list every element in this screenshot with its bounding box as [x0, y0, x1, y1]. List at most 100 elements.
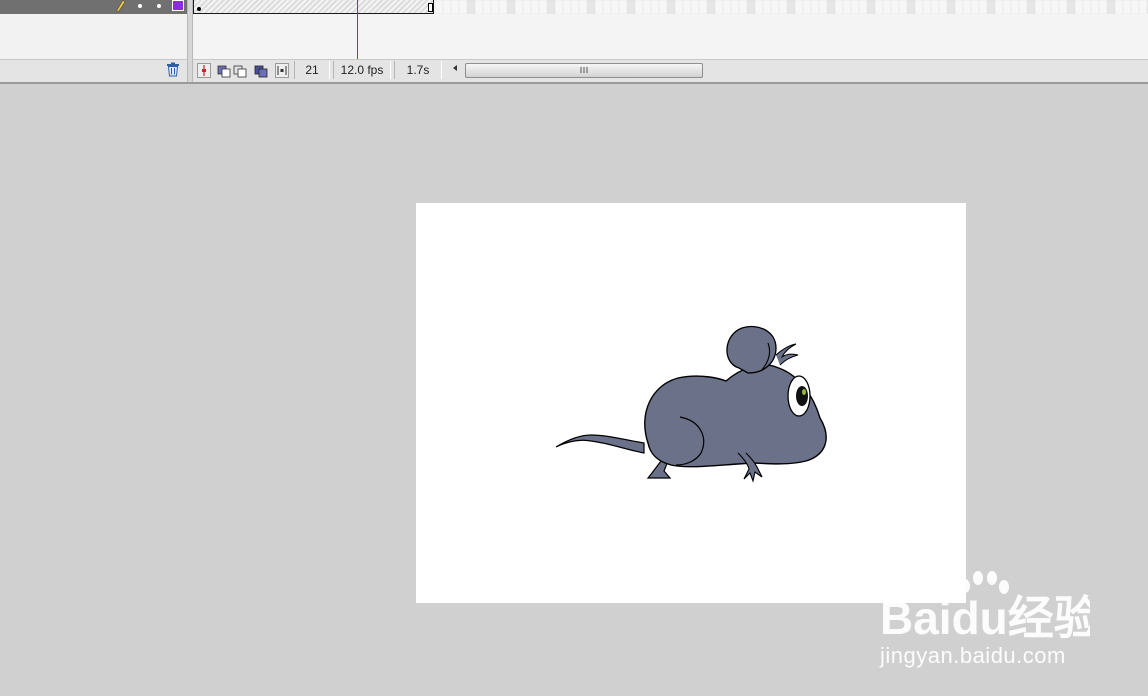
- edit-multiple-frames-icon[interactable]: [254, 63, 268, 78]
- frame-cell[interactable]: [666, 0, 676, 14]
- frame-cell[interactable]: [946, 0, 956, 14]
- frame-cell[interactable]: [922, 0, 932, 14]
- frame-cell[interactable]: [1106, 0, 1116, 14]
- frame-cell[interactable]: [458, 0, 468, 14]
- frame-cell[interactable]: [554, 0, 564, 14]
- frame-cell[interactable]: [1018, 0, 1028, 14]
- frame-cell[interactable]: [474, 0, 484, 14]
- frame-cell[interactable]: [730, 0, 740, 14]
- frame-cell[interactable]: [1034, 0, 1044, 14]
- onion-skin-outlines-icon[interactable]: [233, 63, 247, 78]
- frame-cell[interactable]: [562, 0, 572, 14]
- frame-cell[interactable]: [834, 0, 844, 14]
- frame-cell[interactable]: [882, 0, 892, 14]
- frame-cell[interactable]: [586, 0, 596, 14]
- frame-cell[interactable]: [578, 0, 588, 14]
- frame-cell[interactable]: [1138, 0, 1148, 14]
- frame-cell[interactable]: [906, 0, 916, 14]
- frame-cell[interactable]: [442, 0, 452, 14]
- frame-cell[interactable]: [626, 0, 636, 14]
- frame-cell[interactable]: [1058, 0, 1068, 14]
- frame-cell[interactable]: [1026, 0, 1036, 14]
- frame-cell[interactable]: [930, 0, 940, 14]
- frame-cell[interactable]: [570, 0, 580, 14]
- frame-cell[interactable]: [634, 0, 644, 14]
- frame-cell[interactable]: [1082, 0, 1092, 14]
- playhead[interactable]: [357, 0, 358, 59]
- layer-outline-color-swatch[interactable]: [172, 0, 184, 11]
- frame-cell[interactable]: [954, 0, 964, 14]
- frame-cell[interactable]: [898, 0, 908, 14]
- frame-cell[interactable]: [994, 0, 1004, 14]
- frame-cell[interactable]: [506, 0, 516, 14]
- frame-cell[interactable]: [818, 0, 828, 14]
- frame-cell[interactable]: [962, 0, 972, 14]
- frame-cell[interactable]: [794, 0, 804, 14]
- frame-cell[interactable]: [746, 0, 756, 14]
- frame-cell[interactable]: [642, 0, 652, 14]
- frame-cell[interactable]: [938, 0, 948, 14]
- scroll-left-arrow-icon[interactable]: [453, 65, 457, 71]
- frame-cell[interactable]: [1042, 0, 1052, 14]
- frame-cell[interactable]: [842, 0, 852, 14]
- frame-cell[interactable]: [618, 0, 628, 14]
- onion-skin-icon[interactable]: [217, 63, 231, 78]
- frame-cell[interactable]: [714, 0, 724, 14]
- frame-cell[interactable]: [1130, 0, 1140, 14]
- frame-cell[interactable]: [1114, 0, 1124, 14]
- frame-cell[interactable]: [538, 0, 548, 14]
- frame-cell[interactable]: [802, 0, 812, 14]
- frame-cell[interactable]: [986, 0, 996, 14]
- frame-cell[interactable]: [602, 0, 612, 14]
- frames-area[interactable]: [193, 0, 1148, 59]
- frame-cell[interactable]: [1122, 0, 1132, 14]
- frame-cell[interactable]: [498, 0, 508, 14]
- frame-cell[interactable]: [546, 0, 556, 14]
- frame-cell[interactable]: [914, 0, 924, 14]
- frame-cell[interactable]: [434, 0, 444, 14]
- frame-cell[interactable]: [866, 0, 876, 14]
- frame-cell[interactable]: [706, 0, 716, 14]
- frame-cell[interactable]: [1098, 0, 1108, 14]
- frame-cell[interactable]: [690, 0, 700, 14]
- frame-cell[interactable]: [826, 0, 836, 14]
- frame-cell[interactable]: [786, 0, 796, 14]
- lock-toggle[interactable]: [157, 4, 161, 8]
- scrollbar-thumb[interactable]: [465, 63, 703, 78]
- frame-cell[interactable]: [778, 0, 788, 14]
- frame-cell[interactable]: [610, 0, 620, 14]
- trash-icon[interactable]: [166, 62, 180, 77]
- frame-cell[interactable]: [858, 0, 868, 14]
- frame-cell[interactable]: [970, 0, 980, 14]
- frame-cell[interactable]: [874, 0, 884, 14]
- frame-cell[interactable]: [482, 0, 492, 14]
- frame-cell[interactable]: [466, 0, 476, 14]
- frame-cell[interactable]: [722, 0, 732, 14]
- frame-cell[interactable]: [1050, 0, 1060, 14]
- frame-rate-field[interactable]: 12.0 fps: [333, 61, 391, 79]
- mouse-illustration[interactable]: [416, 203, 966, 603]
- visibility-toggle[interactable]: [138, 4, 142, 8]
- frame-cell[interactable]: [890, 0, 900, 14]
- frame-cell[interactable]: [450, 0, 460, 14]
- frame-cell[interactable]: [762, 0, 772, 14]
- stage-canvas[interactable]: [416, 203, 966, 603]
- end-frame-marker[interactable]: [428, 3, 433, 12]
- frame-cell[interactable]: [978, 0, 988, 14]
- frame-cell[interactable]: [650, 0, 660, 14]
- keyframe[interactable]: [197, 7, 201, 11]
- frame-cell[interactable]: [682, 0, 692, 14]
- frame-cell[interactable]: [754, 0, 764, 14]
- frame-cell[interactable]: [698, 0, 708, 14]
- frame-cell[interactable]: [1066, 0, 1076, 14]
- frame-cell[interactable]: [658, 0, 668, 14]
- frame-cell[interactable]: [674, 0, 684, 14]
- frame-cell[interactable]: [594, 0, 604, 14]
- frame-cell[interactable]: [1010, 0, 1020, 14]
- frame-cell[interactable]: [810, 0, 820, 14]
- frame-cell[interactable]: [514, 0, 524, 14]
- current-frame-field[interactable]: 21: [294, 61, 330, 79]
- frame-cell[interactable]: [770, 0, 780, 14]
- frame-cell[interactable]: [1090, 0, 1100, 14]
- frame-cell[interactable]: [522, 0, 532, 14]
